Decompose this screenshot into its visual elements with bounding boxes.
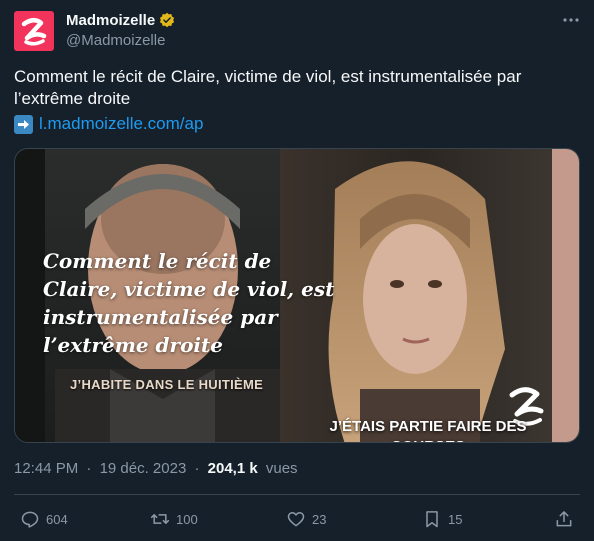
media-caption-right: J’ÉTAIS PARTIE FAIRE DES COURSES bbox=[329, 418, 527, 442]
tweet-text: Comment le récit de Claire, victime de v… bbox=[14, 67, 522, 108]
tweet-link-row: l.madmoizelle.com/ap bbox=[14, 113, 203, 135]
tweet-media[interactable]: Comment le récit de Claire, victime de v… bbox=[14, 148, 580, 443]
retweet-button[interactable]: 100 bbox=[150, 507, 198, 531]
author-handle[interactable]: @Madmoizelle bbox=[66, 32, 165, 49]
media-caption-left: J’HABITE DANS LE HUITIÈME bbox=[70, 377, 264, 392]
media-overlay-title: Comment le récit de Claire, victime de v… bbox=[43, 249, 335, 357]
retweet-count: 100 bbox=[176, 511, 198, 527]
tweet-link[interactable]: l.madmoizelle.com/ap bbox=[39, 114, 203, 134]
author-display-name[interactable]: Madmoizelle bbox=[66, 12, 155, 29]
reply-button[interactable]: 604 bbox=[20, 507, 68, 531]
madmoizelle-logo-icon bbox=[21, 18, 47, 46]
retweet-icon bbox=[150, 514, 170, 524]
meta-separator: · bbox=[86, 460, 92, 477]
meta-separator-2: · bbox=[194, 460, 200, 477]
reply-count: 604 bbox=[46, 511, 68, 527]
bookmark-button[interactable]: 15 bbox=[422, 507, 462, 531]
avatar[interactable] bbox=[14, 11, 54, 51]
reply-icon bbox=[21, 511, 39, 528]
tweet-time[interactable]: 12:44 PM bbox=[14, 460, 78, 477]
author-name-row: Madmoizelle bbox=[66, 11, 175, 29]
tweet-card: Madmoizelle @Madmoizelle Comment le réci… bbox=[0, 0, 594, 541]
bookmark-count: 15 bbox=[448, 511, 463, 527]
right-arrow-emoji-icon bbox=[14, 114, 33, 134]
more-options-icon[interactable] bbox=[560, 9, 582, 31]
divider bbox=[14, 494, 580, 495]
views-count: 204,1 k bbox=[207, 460, 258, 477]
share-icon bbox=[556, 511, 572, 527]
views-label: vues bbox=[265, 460, 298, 477]
tweet-date[interactable]: 19 déc. 2023 bbox=[100, 460, 187, 477]
like-count: 23 bbox=[312, 511, 327, 527]
action-bar: 604 100 23 15 bbox=[14, 507, 580, 531]
bookmark-icon bbox=[426, 511, 438, 528]
verified-badge-icon bbox=[160, 12, 175, 28]
like-button[interactable]: 23 bbox=[286, 507, 326, 531]
share-button[interactable] bbox=[554, 507, 580, 531]
tweet-meta: 12:44 PM · 19 déc. 2023 · 204,1 k vues bbox=[14, 460, 298, 477]
heart-icon bbox=[287, 512, 305, 527]
